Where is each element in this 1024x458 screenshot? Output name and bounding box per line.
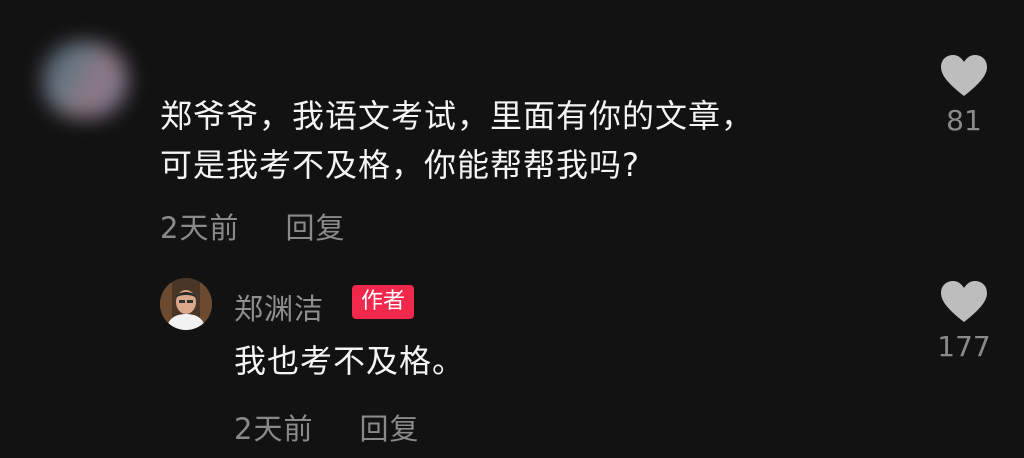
reply-text: 我也考不及格。: [234, 342, 466, 380]
reply-like-button[interactable]: 177: [934, 280, 994, 363]
comment-text: 郑爷爷，我语文考试，里面有你的文章， 可是我考不及格，你能帮帮我吗?: [160, 92, 880, 190]
heart-icon: [941, 55, 987, 96]
reply-like-count: 177: [937, 330, 991, 363]
reply-timestamp: 2天前: [234, 412, 314, 446]
author-badge: 作者: [352, 285, 415, 319]
comment-text-line-2: 可是我考不及格，你能帮帮我吗?: [160, 146, 640, 184]
author-avatar[interactable]: [160, 278, 212, 330]
author-photo: [160, 278, 212, 330]
author-name[interactable]: 郑渊洁: [234, 286, 324, 328]
comment-like-count: 81: [946, 104, 982, 137]
comment-meta: 2天前 回复: [160, 205, 345, 247]
reply-reply-button[interactable]: 回复: [359, 406, 419, 448]
comment-text-line-1: 郑爷爷，我语文考试，里面有你的文章，: [160, 97, 755, 135]
comment-thread: 郑爷爷，我语文考试，里面有你的文章， 可是我考不及格，你能帮帮我吗? 2天前 回…: [0, 0, 1024, 458]
comment-reply-button[interactable]: 回复: [285, 205, 345, 247]
heart-icon: [941, 281, 987, 322]
comment-timestamp: 2天前: [160, 211, 240, 245]
reply-meta: 2天前 回复: [234, 406, 419, 448]
commenter-avatar[interactable]: [42, 42, 128, 118]
comment-like-button[interactable]: 81: [934, 54, 994, 137]
